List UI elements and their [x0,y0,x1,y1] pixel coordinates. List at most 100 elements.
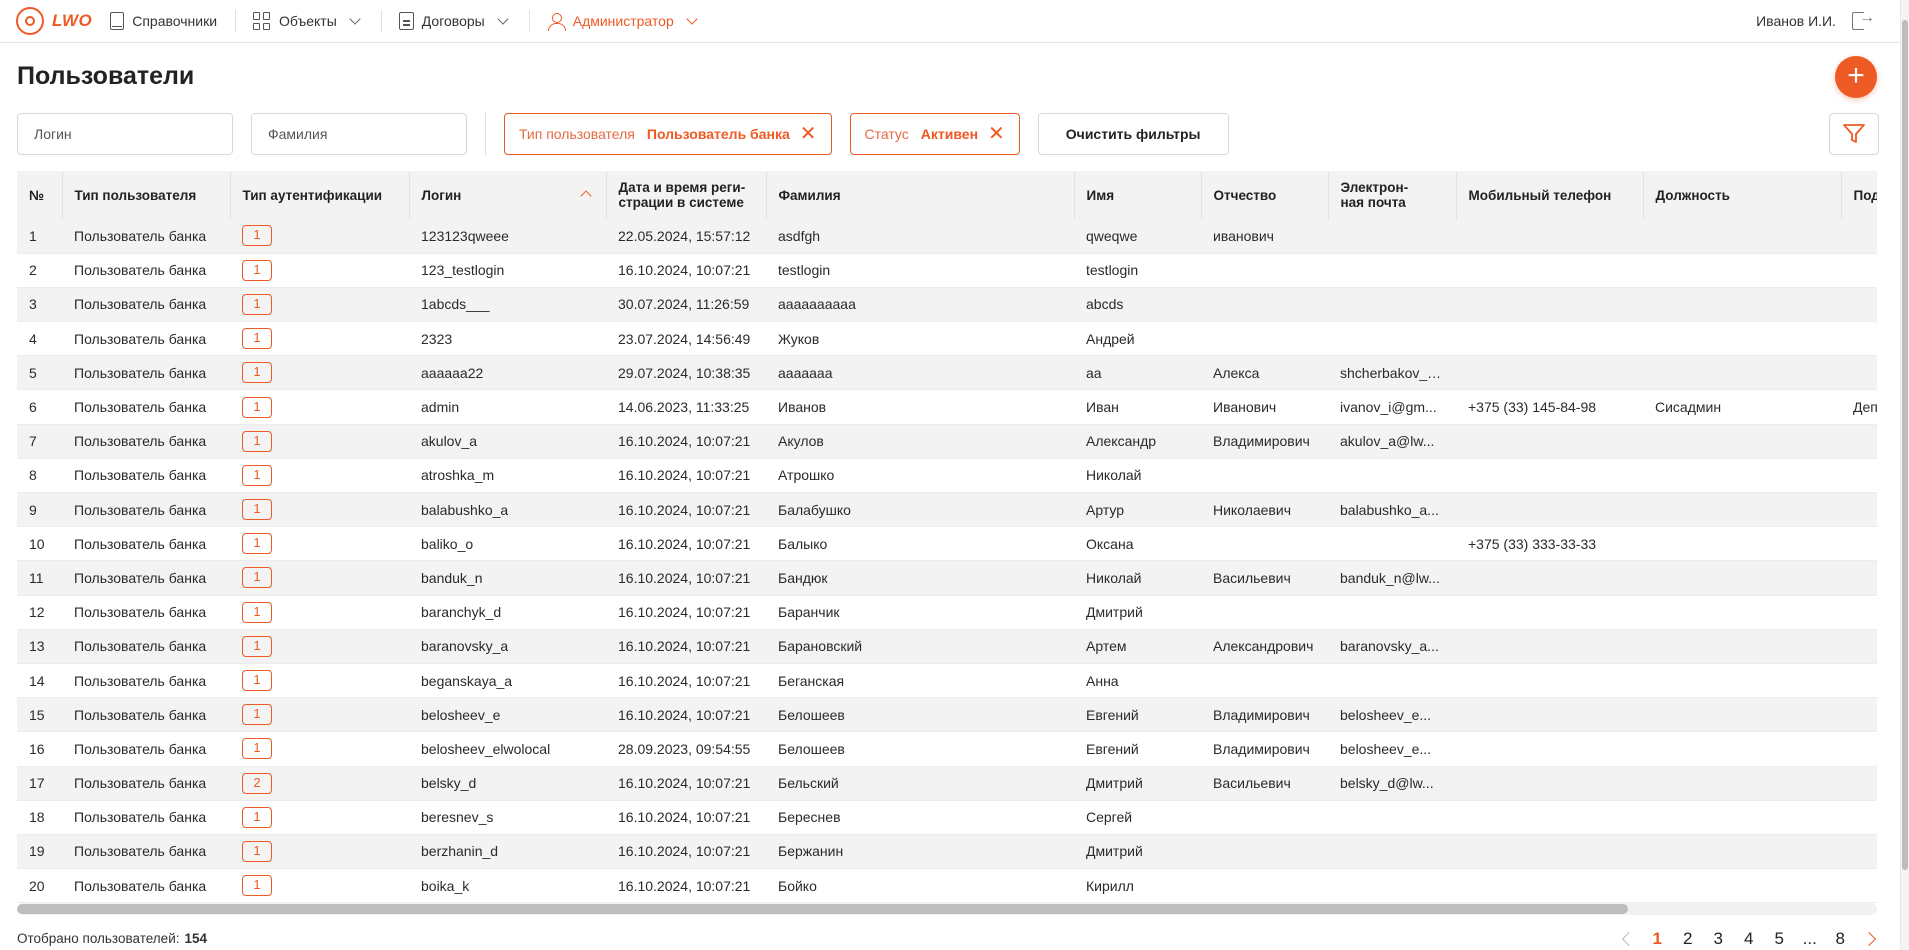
col-header-mobile-phone[interactable]: Мобильный телефон [1456,171,1644,219]
col-header-number[interactable]: № [17,171,63,219]
nav-item-directories[interactable]: Справочники [92,0,235,42]
col-header-registration-date[interactable]: Дата и время реги-страции в системе [606,171,767,219]
table-row[interactable]: 11 Пользователь банка 1 banduk_n 16.10.2024,… [17,560,1877,596]
table-row[interactable]: 1 Пользователь банка 1 123123qweee 22.05.202… [17,219,1877,254]
cell-email: belsky_d@lw... [1328,766,1456,801]
table-row[interactable]: 6 Пользователь банка 1 admin 14.06.2023, 11:… [17,389,1877,425]
table-row[interactable]: 20 Пользователь банка 1 boika_k 16.10.2024, … [17,868,1877,904]
page-link-2[interactable]: 2 [1673,929,1704,949]
col-header-department[interactable]: Подр [1841,171,1877,219]
cell-name: testlogin [1074,253,1201,288]
col-header-email[interactable]: Электрон-ная почта [1328,171,1457,219]
nav-item-objects[interactable]: Объекты [235,0,381,42]
nav-item-administrator[interactable]: Администратор [528,0,718,42]
auth-type-badge: 1 [242,806,272,828]
filter-settings-button[interactable] [1829,113,1879,155]
auth-type-badge: 2 [242,772,272,794]
page-link-8[interactable]: 8 [1825,929,1856,949]
cell-user-type: Пользователь банка [62,321,230,357]
close-icon[interactable]: ✕ [800,124,817,144]
cell-position [1643,663,1841,699]
page-title: Пользователи [17,62,195,90]
page-link-4[interactable]: 4 [1734,929,1765,949]
col-header-position[interactable]: Должность [1643,171,1842,219]
cell-position [1643,800,1841,835]
logo[interactable]: LWO [0,0,92,42]
users-table-container[interactable]: № Тип пользователя Тип аутентификации Ло… [17,171,1877,916]
table-row[interactable]: 7 Пользователь банка 1 akulov_a 16.10.2024, … [17,424,1877,459]
auth-type-badge: 1 [242,464,272,486]
col-header-name[interactable]: Имя [1074,171,1202,219]
cell-login: baranchyk_d [409,595,606,630]
current-user-name[interactable]: Иванов И.И. [1756,13,1852,29]
table-row[interactable]: 3 Пользователь банка 1 1abcds___ 30.07.2024,… [17,287,1877,323]
col-header-surname[interactable]: Фамилия [766,171,1075,219]
cell-number: 12 [17,595,62,630]
col-header-user-type[interactable]: Тип пользователя [62,171,231,219]
auth-type-badge: 1 [242,362,272,384]
cell-department [1841,595,1877,630]
table-row[interactable]: 2 Пользователь банка 1 123_testlogin 16.10.2… [17,253,1877,288]
cell-mobile-phone: +375 (33) 333-33-33 [1456,526,1643,562]
horizontal-scrollbar-thumb[interactable] [17,904,1628,914]
col-header-email-line2: ная почта [1340,195,1406,210]
col-header-login[interactable]: Логин [409,171,607,219]
cell-mobile-phone [1456,595,1643,630]
filter-chip-status[interactable]: Статус Активен ✕ [849,113,1020,155]
cell-position [1643,834,1841,870]
cell-mobile-phone [1456,560,1643,596]
page-link-5[interactable]: 5 [1764,929,1795,949]
col-header-patronymic[interactable]: Отчество [1201,171,1329,219]
prev-page-icon[interactable] [1612,925,1642,950]
cell-registration-date: 16.10.2024, 10:07:21 [606,800,766,835]
table-row[interactable]: 14 Пользователь банка 1 beganskaya_a 16.10.2… [17,663,1877,699]
top-navbar: LWO Справочники Объекты Договоры Админис… [0,0,1900,43]
cell-email [1328,800,1456,835]
clear-filters-button[interactable]: Очистить фильтры [1037,113,1229,155]
page-link-1[interactable]: 1 [1642,929,1673,949]
pagination: 1 2 3 4 5 ... 8 [1612,925,1886,950]
page-link-3[interactable]: 3 [1703,929,1734,949]
cell-auth-type: 1 [230,697,409,733]
surname-filter-input[interactable] [251,113,467,155]
logout-icon[interactable] [1852,9,1875,30]
add-user-button[interactable]: + [1835,56,1877,98]
cell-mobile-phone [1456,800,1643,835]
horizontal-scrollbar[interactable] [17,903,1877,915]
table-row[interactable]: 15 Пользователь банка 1 belosheev_e 16.10.20… [17,697,1877,733]
cell-position [1643,868,1841,904]
table-row[interactable]: 10 Пользователь банка 1 baliko_o 16.10.2024,… [17,526,1877,562]
table-row[interactable]: 4 Пользователь банка 1 2323 23.07.2024, 14:5… [17,321,1877,357]
cell-login: 123123qweee [409,219,606,254]
cell-patronymic: Васильевич [1201,560,1328,596]
filter-chip-key: Статус [864,126,909,142]
nav-item-contracts[interactable]: Договоры [380,0,529,42]
cell-registration-date: 16.10.2024, 10:07:21 [606,492,766,528]
col-header-auth-type[interactable]: Тип аутентификации [230,171,410,219]
table-row[interactable]: 9 Пользователь банка 1 balabushko_a 16.10.20… [17,492,1877,528]
cell-login: boika_k [409,868,606,904]
table-row[interactable]: 17 Пользователь банка 2 belsky_d 16.10.2024,… [17,766,1877,801]
table-row[interactable]: 18 Пользователь банка 1 beresnev_s 16.10.202… [17,800,1877,835]
cell-auth-type: 1 [230,458,409,494]
cell-name: Андрей [1074,321,1201,357]
cell-department [1841,663,1877,699]
table-row[interactable]: 16 Пользователь банка 1 belosheev_elwolocal… [17,731,1877,767]
login-filter-input[interactable] [17,113,233,155]
table-row[interactable]: 5 Пользователь банка 1 aaaaaa22 29.07.2024, … [17,355,1877,391]
table-row[interactable]: 8 Пользователь банка 1 atroshka_m 16.10.2024… [17,458,1877,494]
auth-type-badge: 1 [242,396,272,418]
table-row[interactable]: 12 Пользователь банка 1 baranchyk_d 16.10.20… [17,595,1877,630]
table-row[interactable]: 13 Пользователь банка 1 baranovsky_a 16.10.2… [17,629,1877,664]
auth-type-badge: 1 [242,840,272,862]
next-page-icon[interactable] [1856,925,1886,950]
close-icon[interactable]: ✕ [988,124,1005,144]
vertical-scrollbar-thumb[interactable] [1902,20,1908,870]
cell-number: 1 [17,219,62,254]
filter-chip-user-type[interactable]: Тип пользователя Пользователь банка ✕ [504,113,832,155]
cell-user-type: Пользователь банка [62,697,230,733]
vertical-scrollbar[interactable] [1900,0,1909,950]
cell-department [1841,253,1877,288]
table-row[interactable]: 19 Пользователь банка 1 berzhanin_d 16.10.20… [17,834,1877,870]
sort-ascending-icon[interactable] [579,189,592,202]
